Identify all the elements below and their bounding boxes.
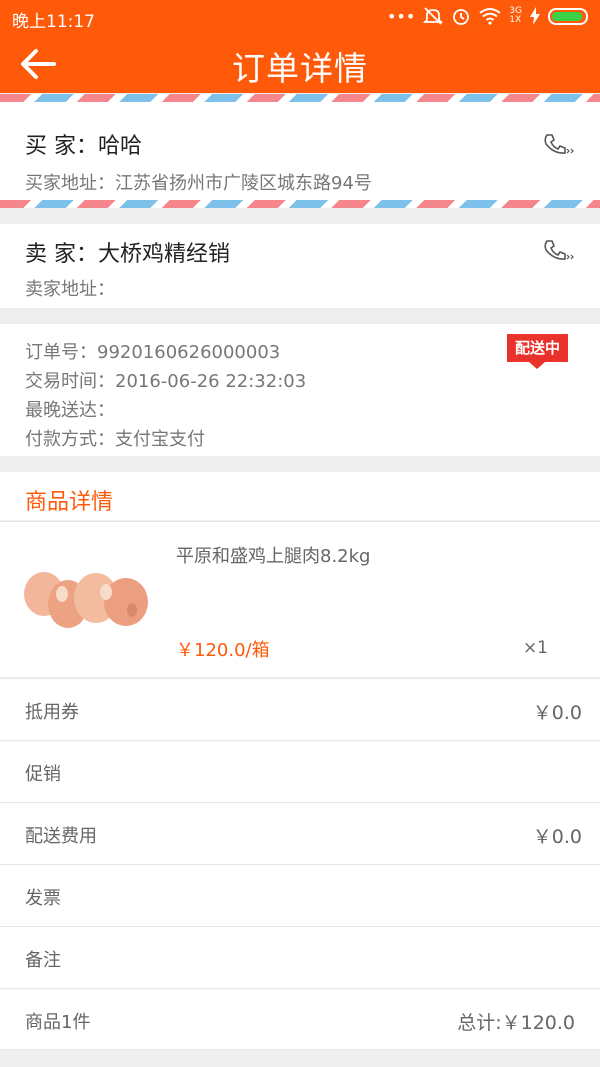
item-count-label: 商品1件 [25, 1012, 91, 1033]
payment-method: 支付宝支付 [115, 429, 205, 450]
buyer-address: 江苏省扬州市广陵区城东路94号 [115, 173, 372, 194]
charging-icon [530, 7, 540, 25]
trade-time: 2016-06-26 22:32:03 [115, 371, 307, 392]
airmail-border-bottom [0, 200, 600, 208]
product-item[interactable]: 平原和盛鸡上腿肉8.2kg ￥120.0/箱 ×1 [0, 521, 600, 677]
buyer-name: 哈哈 [98, 134, 143, 159]
status-time: 晚上11:17 [12, 12, 95, 32]
status-badge: 配送中 [506, 334, 568, 369]
seller-name: 大桥鸡精经销 [98, 242, 231, 267]
promotion-label: 促销 [25, 764, 61, 785]
total-row: 商品1件 总计:￥120.0 [0, 988, 600, 1050]
network-type: 3G 1X [509, 6, 522, 25]
seller-card: 卖 家：大桥鸡精经销 卖家地址： [0, 224, 600, 308]
seller-address-line: 卖家地址： [25, 275, 115, 301]
order-total: 总计:￥120.0 [457, 1012, 575, 1034]
buyer-card: 买 家：哈哈 买家地址：江苏省扬州市广陵区城东路94号 [0, 94, 600, 208]
goods-section-header: 商品详情 [0, 472, 600, 520]
status-bar: 晚上11:17 ••• 3G 1X [0, 0, 600, 34]
alarm-icon [453, 9, 470, 25]
call-buyer-phone-icon[interactable] [542, 132, 576, 158]
more-dots-icon: ••• [386, 6, 416, 26]
order-number-label: 订单号： [25, 342, 97, 363]
voucher-row[interactable]: 抵用券 ￥0.0 [0, 678, 600, 740]
payment-line: 付款方式：支付宝支付 [25, 425, 205, 451]
seller-label: 卖 家： [25, 242, 98, 267]
order-number-line: 订单号：9920160626000003 [25, 338, 280, 364]
product-image [24, 572, 148, 628]
status-icons: ••• 3G 1X [387, 6, 588, 26]
voucher-label: 抵用券 [25, 702, 79, 723]
delivery-fee-label: 配送费用 [25, 826, 97, 847]
payment-label: 付款方式： [25, 429, 115, 450]
promotion-row[interactable]: 促销 [0, 740, 600, 802]
battery-icon [548, 7, 588, 25]
mute-icon [423, 7, 444, 25]
product-quantity: ×1 [522, 638, 548, 658]
goods-section-title: 商品详情 [25, 490, 114, 515]
buyer-name-line: 买 家：哈哈 [25, 128, 142, 160]
remark-row[interactable]: 备注 [0, 926, 600, 988]
seller-address-label: 卖家地址： [25, 279, 115, 300]
airmail-border-top [0, 94, 600, 102]
invoice-label: 发票 [25, 888, 61, 909]
order-info-card: 订单号：9920160626000003 交易时间：2016-06-26 22:… [0, 324, 600, 456]
remark-label: 备注 [25, 950, 61, 971]
wifi-icon [479, 8, 501, 25]
order-number: 9920160626000003 [97, 342, 281, 363]
product-price: ￥120.0/箱 [176, 640, 270, 661]
buyer-label: 买 家： [25, 134, 98, 159]
invoice-row[interactable]: 发票 [0, 864, 600, 926]
voucher-value: ￥0.0 [532, 702, 582, 724]
product-name: 平原和盛鸡上腿肉8.2kg [176, 546, 371, 567]
latest-delivery-line: 最晚送达： [25, 396, 115, 422]
page-title: 订单详情 [232, 49, 368, 88]
nav-bar: 订单详情 [0, 34, 600, 93]
trade-time-line: 交易时间：2016-06-26 22:32:03 [25, 367, 306, 393]
trade-time-label: 交易时间： [25, 371, 115, 392]
buyer-address-label: 买家地址： [25, 173, 115, 194]
call-seller-phone-icon[interactable] [542, 238, 576, 264]
delivery-fee-row: 配送费用 ￥0.0 [0, 802, 600, 864]
buyer-address-line: 买家地址：江苏省扬州市广陵区城东路94号 [25, 169, 372, 195]
seller-name-line: 卖 家：大桥鸡精经销 [25, 236, 230, 268]
latest-delivery-label: 最晚送达： [25, 400, 115, 421]
delivery-fee-value: ￥0.0 [532, 826, 582, 848]
